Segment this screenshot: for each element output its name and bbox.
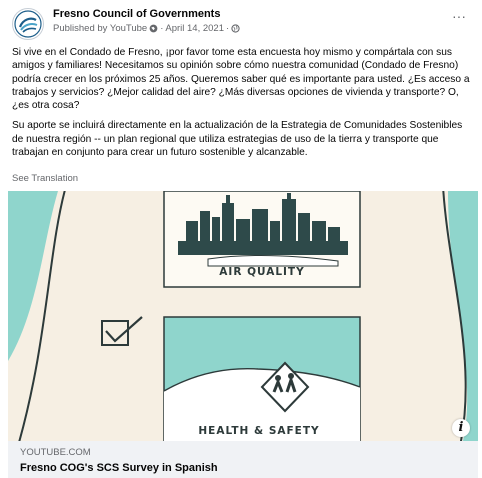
link-domain: YOUTUBE.COM xyxy=(20,447,91,458)
fresno-cog-logo-icon xyxy=(14,10,42,38)
health-safety-label: HEALTH & SAFETY xyxy=(198,425,319,437)
post-header: Fresno Council of Governments Published … xyxy=(12,6,470,40)
post-meta: Published by YouTube · April 14, 2021 · xyxy=(53,23,240,34)
facebook-post: Fresno Council of Governments Published … xyxy=(0,0,482,478)
page-avatar[interactable] xyxy=(12,8,44,40)
meta-separator-2: · xyxy=(226,23,230,34)
thumbnail-illustration: AIR QUALITY HEALTH & SAFETY xyxy=(8,191,478,441)
post-paragraph-2: Su aporte se incluirá directamente en la… xyxy=(12,120,463,159)
page-name[interactable]: Fresno Council of Governments xyxy=(53,8,220,20)
post-date[interactable]: April 14, 2021 xyxy=(165,23,224,34)
globe-icon xyxy=(149,24,158,33)
see-translation-link[interactable]: See Translation xyxy=(12,173,78,184)
video-thumbnail[interactable]: AIR QUALITY HEALTH & SAFETY i xyxy=(8,191,478,441)
info-icon[interactable]: i xyxy=(452,419,470,437)
public-icon[interactable] xyxy=(231,24,240,33)
post-text: Si vive en el Condado de Fresno, ¡por fa… xyxy=(12,46,472,166)
more-options-icon[interactable]: ··· xyxy=(448,9,470,28)
air-quality-label: AIR QUALITY xyxy=(219,266,304,278)
publisher-text[interactable]: Published by YouTube xyxy=(53,23,147,34)
meta-separator: · xyxy=(160,23,164,34)
link-title[interactable]: Fresno COG's SCS Survey in Spanish xyxy=(20,462,218,474)
link-preview-bar[interactable]: YOUTUBE.COM Fresno COG's SCS Survey in S… xyxy=(8,441,478,478)
post-paragraph-1: Si vive en el Condado de Fresno, ¡por fa… xyxy=(12,47,470,112)
